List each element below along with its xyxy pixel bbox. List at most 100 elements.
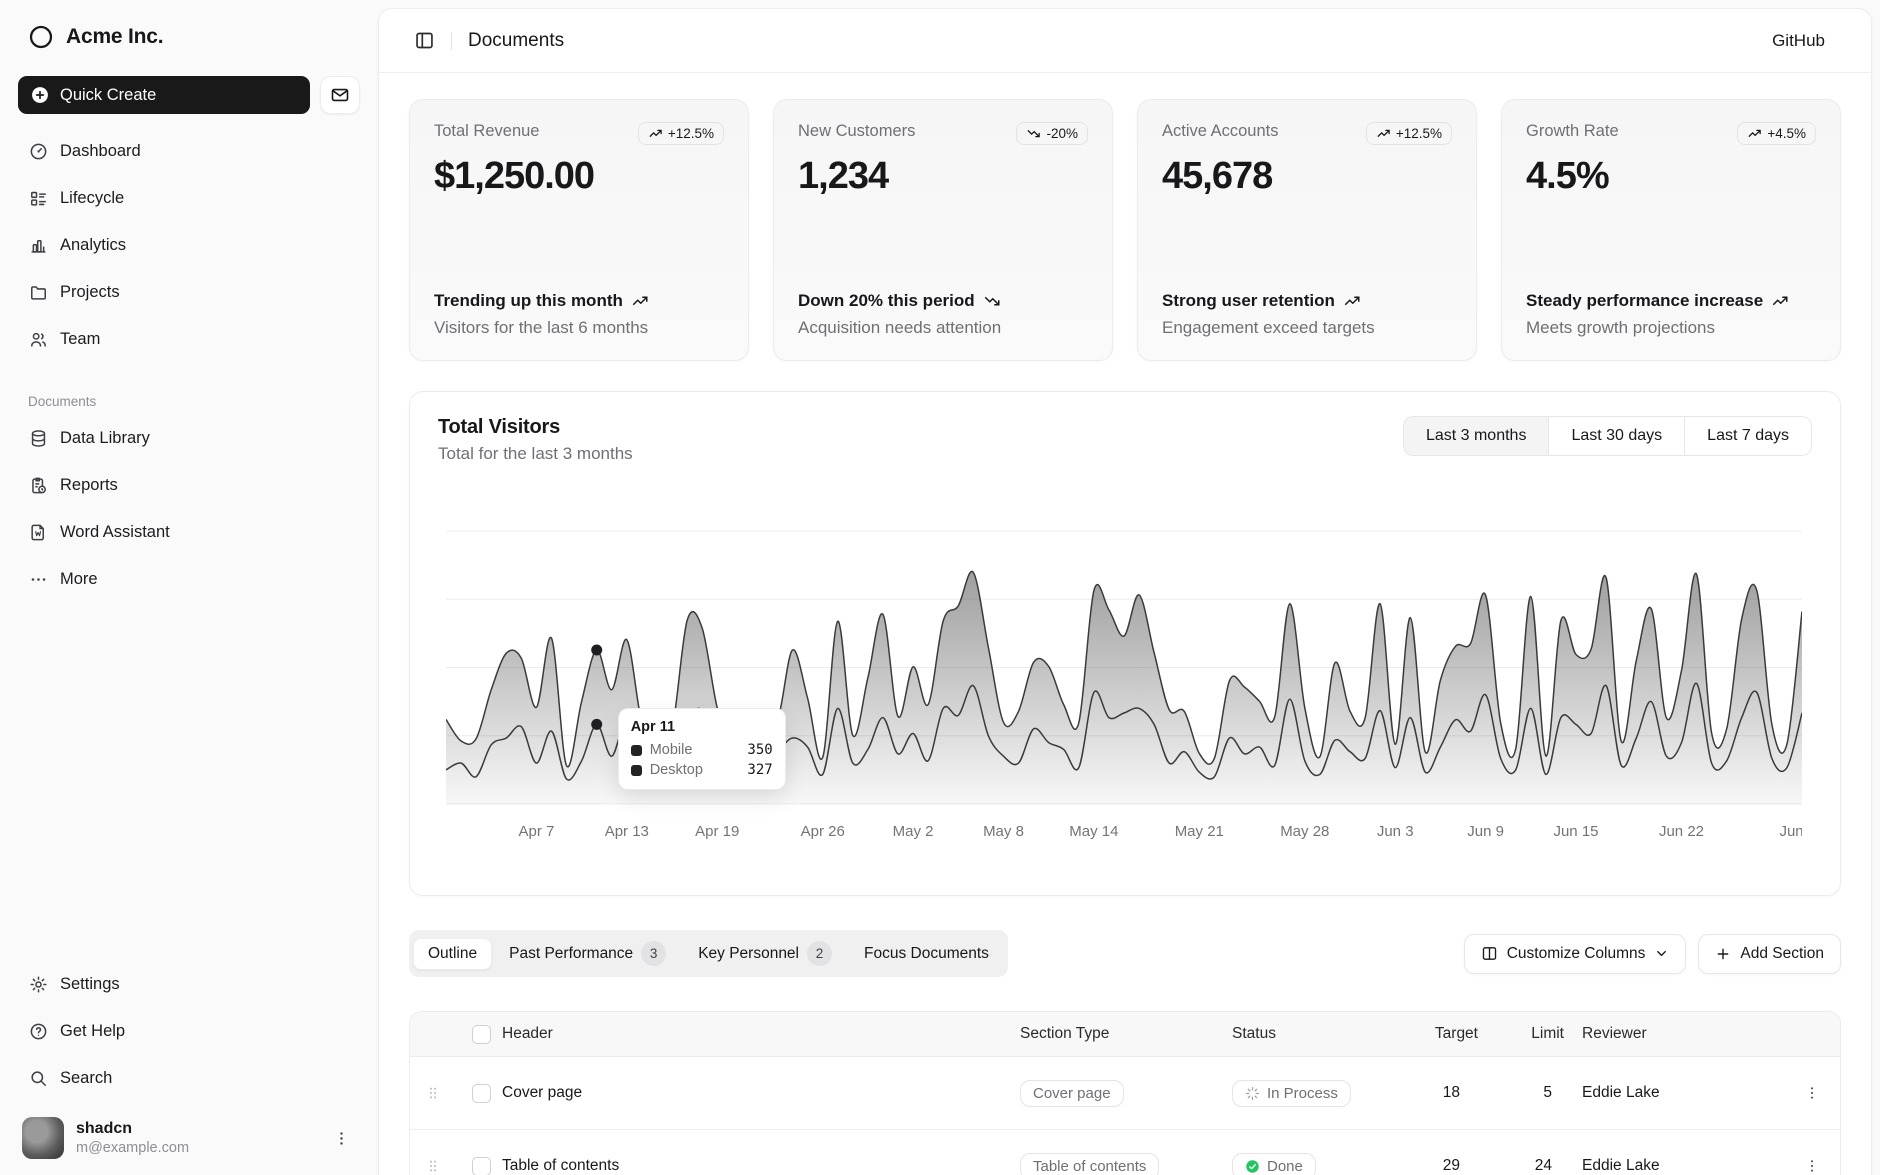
stat-line1: Down 20% this period — [798, 290, 975, 313]
stat-line1: Steady performance increase — [1526, 290, 1763, 313]
tab-key-personnel[interactable]: Key Personnel 2 — [683, 934, 847, 973]
sidebar-item-team[interactable]: Team — [18, 320, 360, 358]
row-target[interactable]: 18 — [1416, 1084, 1486, 1102]
stat-title: Growth Rate — [1526, 122, 1619, 141]
mail-icon — [330, 85, 350, 105]
customize-columns-button[interactable]: Customize Columns — [1464, 934, 1687, 974]
sidebar-documents-nav: Data Library Reports Word Assistant More — [18, 419, 360, 598]
github-link[interactable]: GitHub — [1772, 31, 1825, 51]
sidebar-group-label: Documents — [28, 394, 360, 409]
table-row[interactable]: Cover page Cover page In Process 18 5 Ed… — [410, 1057, 1840, 1130]
col-target: Target — [1416, 1025, 1486, 1043]
row-limit[interactable]: 24 — [1486, 1157, 1578, 1175]
row-menu-button[interactable] — [1784, 1158, 1840, 1174]
row-menu-button[interactable] — [1784, 1085, 1840, 1101]
section-tabs: Outline Past Performance 3 Key Personnel… — [409, 930, 1008, 977]
mail-button[interactable] — [320, 76, 360, 114]
row-reviewer[interactable]: Eddie Lake — [1578, 1157, 1784, 1175]
more-vertical-icon[interactable] — [327, 1124, 356, 1153]
stat-value: 45,678 — [1162, 155, 1452, 198]
stat-line2: Visitors for the last 6 months — [434, 318, 724, 338]
stat-value: $1,250.00 — [434, 155, 724, 198]
sidebar-item-projects[interactable]: Projects — [18, 273, 360, 311]
trending-down-icon — [983, 292, 1001, 310]
check-circle-icon — [1245, 1159, 1260, 1174]
svg-text:Apr 26: Apr 26 — [801, 823, 845, 840]
brand-name: Acme Inc. — [66, 25, 163, 49]
panel-left-icon — [414, 30, 435, 51]
stat-title: Total Revenue — [434, 122, 540, 141]
row-reviewer[interactable]: Eddie Lake — [1578, 1084, 1784, 1102]
tooltip-series-label: Desktop — [650, 762, 703, 778]
status-badge: Done — [1232, 1153, 1316, 1175]
tab-focus-documents[interactable]: Focus Documents — [849, 938, 1004, 970]
folder-icon — [28, 283, 48, 302]
stat-value: 4.5% — [1526, 155, 1816, 198]
sidebar-item-search[interactable]: Search — [18, 1059, 360, 1097]
row-checkbox[interactable] — [472, 1084, 491, 1103]
main-panel: Documents GitHub Total Revenue +12.5% $1… — [378, 8, 1872, 1175]
row-target[interactable]: 29 — [1416, 1157, 1486, 1175]
table-header-row: Header Section Type Status Target Limit … — [410, 1012, 1840, 1057]
svg-text:Jun 15: Jun 15 — [1553, 823, 1598, 840]
chart-title: Total Visitors — [438, 416, 633, 439]
stat-title: New Customers — [798, 122, 915, 141]
columns-icon — [1481, 945, 1498, 962]
database-icon — [28, 429, 48, 448]
area-chart[interactable]: Apr 7Apr 13Apr 19Apr 26May 2May 8May 14M… — [446, 522, 1806, 854]
plus-icon — [1715, 946, 1731, 962]
brand[interactable]: Acme Inc. — [18, 18, 360, 56]
user-name: shadcn — [76, 1119, 189, 1139]
svg-text:Jun 9: Jun 9 — [1467, 823, 1504, 840]
sidebar-item-settings[interactable]: Settings — [18, 965, 360, 1003]
svg-text:Apr 19: Apr 19 — [695, 823, 739, 840]
stat-card-total-revenue: Total Revenue +12.5% $1,250.00 Trending … — [409, 99, 749, 361]
visitors-chart-card: Total Visitors Total for the last 3 mont… — [409, 391, 1841, 896]
svg-text:May 8: May 8 — [983, 823, 1024, 840]
quick-create-button[interactable]: Quick Create — [18, 76, 310, 114]
tab-past-performance[interactable]: Past Performance 3 — [494, 934, 681, 973]
row-checkbox[interactable] — [472, 1157, 491, 1175]
svg-text:Apr 7: Apr 7 — [518, 823, 554, 840]
sidebar-item-analytics[interactable]: Analytics — [18, 226, 360, 264]
sidebar-item-dashboard[interactable]: Dashboard — [18, 132, 360, 170]
trending-up-icon — [1771, 292, 1789, 310]
sidebar-item-word-assistant[interactable]: Word Assistant — [18, 513, 360, 551]
stat-value: 1,234 — [798, 155, 1088, 198]
sidebar-item-more[interactable]: More — [18, 560, 360, 598]
row-header[interactable]: Table of contents — [498, 1157, 1016, 1175]
sidebar-item-reports[interactable]: Reports — [18, 466, 360, 504]
range-last-3-months[interactable]: Last 3 months — [1404, 417, 1549, 455]
plus-circle-icon — [30, 85, 50, 105]
range-last-7-days[interactable]: Last 7 days — [1684, 417, 1811, 455]
tooltip-series-value: 350 — [747, 742, 772, 758]
range-last-30-days[interactable]: Last 30 days — [1548, 417, 1684, 455]
table-row[interactable]: Table of contents Table of contents Done… — [410, 1130, 1840, 1175]
col-status: Status — [1228, 1025, 1416, 1043]
sidebar-item-get-help[interactable]: Get Help — [18, 1012, 360, 1050]
sidebar-toggle-button[interactable] — [407, 24, 441, 58]
help-circle-icon — [28, 1022, 48, 1041]
row-limit[interactable]: 5 — [1486, 1084, 1578, 1102]
gauge-icon — [28, 142, 48, 161]
sidebar-item-data-library[interactable]: Data Library — [18, 419, 360, 457]
row-header[interactable]: Cover page — [498, 1084, 1016, 1102]
stat-card-growth-rate: Growth Rate +4.5% 4.5% Steady performanc… — [1501, 99, 1841, 361]
tooltip-series-label: Mobile — [650, 742, 693, 758]
sidebar-item-lifecycle[interactable]: Lifecycle — [18, 179, 360, 217]
select-all-checkbox[interactable] — [472, 1025, 491, 1044]
stat-card-active-accounts: Active Accounts +12.5% 45,678 Strong use… — [1137, 99, 1477, 361]
add-section-button[interactable]: Add Section — [1698, 934, 1841, 974]
search-icon — [28, 1069, 48, 1088]
trending-down-icon — [1026, 126, 1041, 141]
drag-handle-icon[interactable] — [410, 1158, 456, 1174]
stat-card-new-customers: New Customers -20% 1,234 Down 20% this p… — [773, 99, 1113, 361]
tab-outline[interactable]: Outline — [413, 938, 492, 970]
svg-text:Apr 13: Apr 13 — [605, 823, 649, 840]
user-menu[interactable]: shadcn m@example.com — [18, 1111, 360, 1161]
chart-subtitle: Total for the last 3 months — [438, 444, 633, 464]
drag-handle-icon[interactable] — [410, 1085, 456, 1101]
more-vertical-icon — [1804, 1158, 1820, 1174]
stat-line1: Trending up this month — [434, 290, 623, 313]
users-icon — [28, 330, 48, 349]
